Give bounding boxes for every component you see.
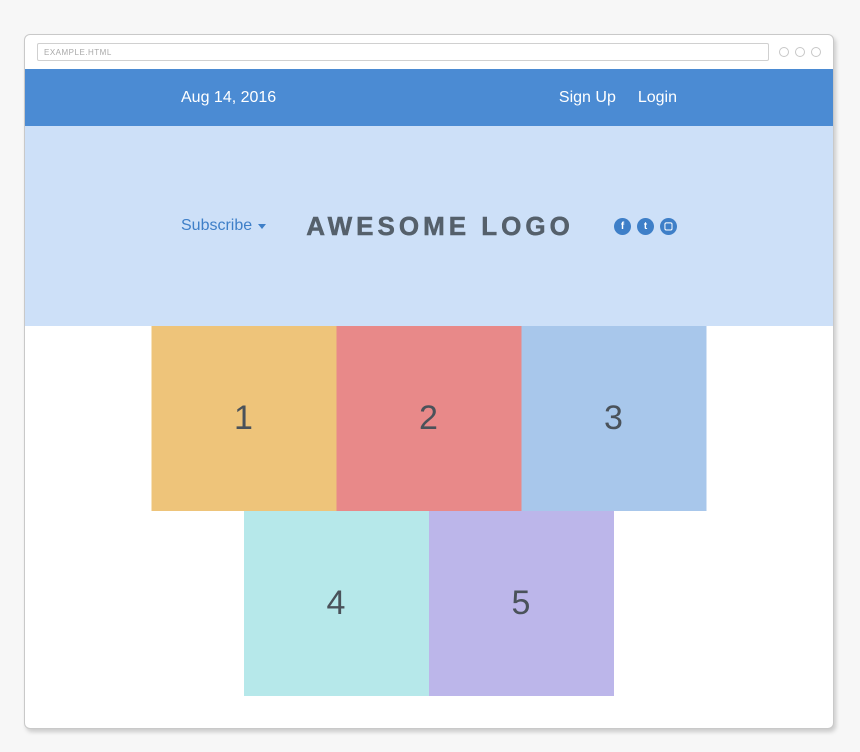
site-logo: AWESOME LOGO (306, 211, 574, 242)
page-viewport: Aug 14, 2016 Sign Up Login Subscribe AWE… (25, 69, 833, 728)
window-controls (779, 47, 821, 57)
top-navbar: Aug 14, 2016 Sign Up Login (25, 69, 833, 126)
tile-4[interactable]: 4 (244, 511, 429, 696)
login-link[interactable]: Login (638, 89, 677, 107)
navbar-date: Aug 14, 2016 (181, 89, 276, 107)
subscribe-dropdown[interactable]: Subscribe (181, 217, 266, 235)
tile-grid: 1 2 3 4 5 (25, 326, 833, 728)
tile-number: 5 (512, 584, 532, 623)
tile-5[interactable]: 5 (429, 511, 614, 696)
window-dot-1[interactable] (779, 47, 789, 57)
facebook-icon[interactable]: f (614, 218, 631, 235)
tile-2[interactable]: 2 (337, 326, 522, 511)
hero-banner: Subscribe AWESOME LOGO f t ▢ (25, 126, 833, 326)
caret-down-icon (258, 224, 266, 229)
window-dot-2[interactable] (795, 47, 805, 57)
window-dot-3[interactable] (811, 47, 821, 57)
subscribe-label: Subscribe (181, 217, 252, 235)
browser-chrome: EXAMPLE.HTML (25, 35, 833, 69)
url-bar[interactable]: EXAMPLE.HTML (37, 43, 769, 61)
tile-3[interactable]: 3 (522, 326, 707, 511)
navbar-right: Sign Up Login (559, 89, 677, 107)
url-text: EXAMPLE.HTML (44, 48, 112, 57)
tile-number: 3 (604, 399, 624, 438)
instagram-icon[interactable]: ▢ (660, 218, 677, 235)
tile-1[interactable]: 1 (152, 326, 337, 511)
twitter-icon[interactable]: t (637, 218, 654, 235)
tile-number: 2 (419, 399, 439, 438)
signup-link[interactable]: Sign Up (559, 89, 616, 107)
tile-number: 1 (234, 399, 254, 438)
tile-number: 4 (327, 584, 347, 623)
browser-frame: EXAMPLE.HTML Aug 14, 2016 Sign Up Login (24, 34, 834, 729)
social-icons: f t ▢ (614, 218, 677, 235)
